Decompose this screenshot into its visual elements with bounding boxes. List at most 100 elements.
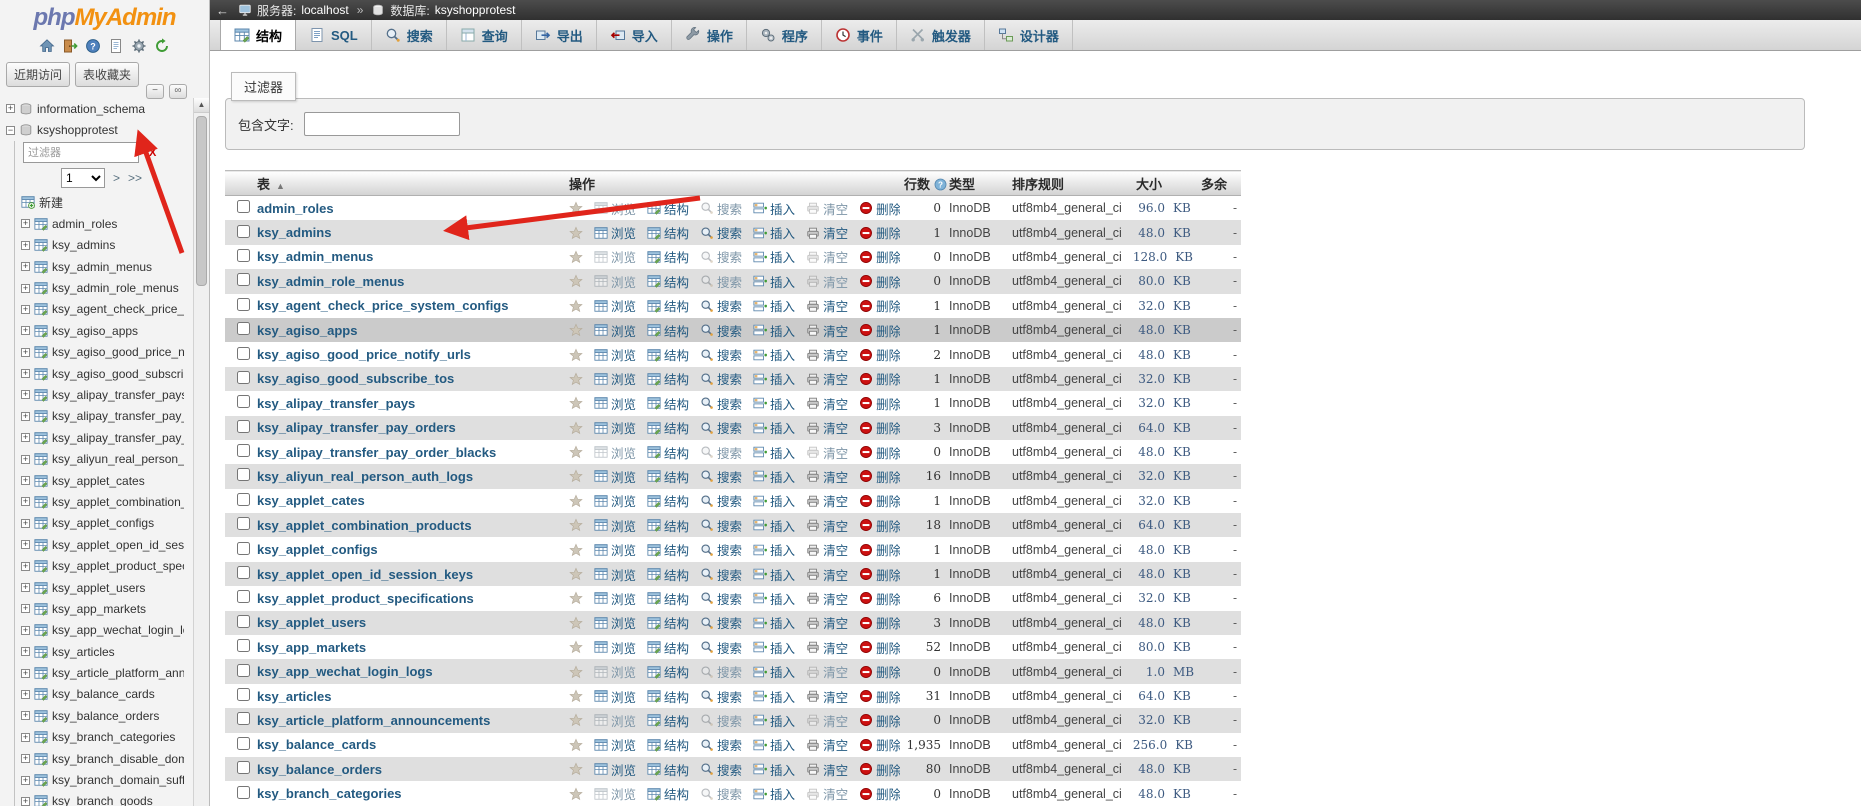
expand-icon[interactable]: + [21, 219, 30, 228]
row-select-checkbox[interactable] [237, 664, 250, 677]
search-link[interactable]: 搜索 [700, 272, 742, 291]
insert-link[interactable]: 插入 [753, 467, 795, 486]
structure-link[interactable]: 结构 [647, 223, 689, 242]
search-link[interactable]: 搜索 [700, 321, 742, 340]
search-link[interactable]: 搜索 [700, 662, 742, 681]
tree-table-name[interactable]: ksy_alipay_transfer_pay_orders [52, 409, 184, 423]
search-link[interactable]: 搜索 [700, 199, 742, 218]
browse-link[interactable]: 浏览 [594, 467, 636, 486]
table-name-link[interactable]: ksy_admin_menus [257, 249, 373, 264]
table-name-link[interactable]: ksy_admin_role_menus [257, 274, 404, 289]
rows-help-icon[interactable]: ? [934, 178, 947, 191]
collation-cell[interactable]: utf8mb4_general_ci [1008, 562, 1132, 586]
tree-table-name[interactable]: ksy_articles [52, 645, 115, 659]
tab-search[interactable]: 搜索 [372, 20, 447, 50]
expand-icon[interactable]: + [21, 669, 30, 678]
collation-cell[interactable]: utf8mb4_general_ci [1008, 294, 1132, 318]
structure-link[interactable]: 结构 [647, 589, 689, 608]
insert-link[interactable]: 插入 [753, 296, 795, 315]
insert-link[interactable]: 插入 [753, 687, 795, 706]
expand-icon[interactable]: + [21, 326, 30, 335]
expand-icon[interactable]: + [21, 626, 30, 635]
db-item-ksyshopprotest[interactable]: −ksyshopprotest [0, 119, 193, 140]
sidebar-scrollbar[interactable]: ▲ [193, 98, 209, 806]
insert-link[interactable]: 插入 [753, 540, 795, 559]
collation-cell[interactable]: utf8mb4_general_ci [1008, 757, 1132, 781]
structure-link[interactable]: 结构 [647, 662, 689, 681]
table-name-link[interactable]: ksy_balance_orders [257, 762, 382, 777]
browse-link[interactable]: 浏览 [594, 565, 636, 584]
reload-icon[interactable] [154, 38, 170, 54]
tree-table-name[interactable]: admin_roles [52, 217, 117, 231]
browse-link[interactable]: 浏览 [594, 491, 636, 510]
structure-link[interactable]: 结构 [647, 760, 689, 779]
search-link[interactable]: 搜索 [700, 784, 742, 803]
table-name-link[interactable]: ksy_applet_product_specifications [257, 591, 474, 606]
table-name-link[interactable]: ksy_agent_check_price_system_configs [257, 298, 508, 313]
tab-sql[interactable]: SQL [296, 20, 372, 50]
row-select-checkbox[interactable] [237, 639, 250, 652]
search-link[interactable]: 搜索 [700, 491, 742, 510]
tree-table-item[interactable]: +ksy_branch_goods [15, 791, 193, 806]
empty-link[interactable]: 清空 [806, 321, 848, 340]
browse-link[interactable]: 浏览 [594, 247, 636, 266]
insert-link[interactable]: 插入 [753, 613, 795, 632]
insert-link[interactable]: 插入 [753, 735, 795, 754]
collation-cell[interactable]: utf8mb4_general_ci [1008, 684, 1132, 708]
structure-link[interactable]: 结构 [647, 735, 689, 754]
row-select-checkbox[interactable] [237, 444, 250, 457]
search-link[interactable]: 搜索 [700, 711, 742, 730]
tab-routines[interactable]: 程序 [747, 20, 822, 50]
tree-table-item[interactable]: +ksy_agent_check_price_system_configs [15, 299, 193, 320]
scroll-up-icon[interactable]: ▲ [194, 98, 209, 113]
expand-icon[interactable]: + [21, 540, 30, 549]
tree-table-name[interactable]: ksy_branch_categories [52, 730, 175, 744]
tree-table-item[interactable]: +ksy_applet_open_id_session_keys [15, 534, 193, 555]
empty-link[interactable]: 清空 [806, 199, 848, 218]
row-select-checkbox[interactable] [237, 468, 250, 481]
empty-link[interactable]: 清空 [806, 418, 848, 437]
expand-icon[interactable]: + [21, 455, 30, 464]
empty-link[interactable]: 清空 [806, 491, 848, 510]
favorite-star-icon[interactable] [569, 738, 583, 752]
expand-icon[interactable]: + [21, 433, 30, 442]
tree-table-item[interactable]: +ksy_article_platform_announcements [15, 662, 193, 683]
row-select-checkbox[interactable] [237, 420, 250, 433]
browse-link[interactable]: 浏览 [594, 589, 636, 608]
row-select-checkbox[interactable] [237, 347, 250, 360]
search-link[interactable]: 搜索 [700, 394, 742, 413]
tree-table-name[interactable]: ksy_branch_domain_suff [52, 773, 184, 787]
collation-cell[interactable]: utf8mb4_general_ci [1008, 440, 1132, 464]
table-name-link[interactable]: ksy_article_platform_announcements [257, 713, 490, 728]
row-select-checkbox[interactable] [237, 786, 250, 799]
drop-link[interactable]: 删除 [859, 296, 900, 315]
favorite-star-icon[interactable] [569, 201, 583, 215]
tree-table-item[interactable]: +ksy_aliyun_real_person_auth_logs [15, 448, 193, 469]
collation-cell[interactable]: utf8mb4_general_ci [1008, 342, 1132, 366]
drop-link[interactable]: 删除 [859, 443, 900, 462]
drop-link[interactable]: 删除 [859, 687, 900, 706]
drop-link[interactable]: 删除 [859, 321, 900, 340]
tree-table-item[interactable]: +ksy_articles [15, 641, 193, 662]
favorite-star-icon[interactable] [569, 323, 583, 337]
empty-link[interactable]: 清空 [806, 613, 848, 632]
favorite-star-icon[interactable] [569, 567, 583, 581]
tab-export[interactable]: 导出 [522, 20, 597, 50]
structure-link[interactable]: 结构 [647, 467, 689, 486]
row-select-checkbox[interactable] [237, 371, 250, 384]
structure-link[interactable]: 结构 [647, 199, 689, 218]
empty-link[interactable]: 清空 [806, 296, 848, 315]
tree-table-name[interactable]: ksy_balance_cards [52, 687, 155, 701]
drop-link[interactable]: 删除 [859, 247, 900, 266]
drop-link[interactable]: 删除 [859, 223, 900, 242]
recent-tables-button[interactable]: 近期访问 [6, 62, 70, 87]
insert-link[interactable]: 插入 [753, 491, 795, 510]
table-name-link[interactable]: ksy_app_wechat_login_logs [257, 664, 433, 679]
expand-icon[interactable]: + [21, 348, 30, 357]
collation-cell[interactable]: utf8mb4_general_ci [1008, 611, 1132, 635]
tree-table-item[interactable]: +ksy_applet_configs [15, 513, 193, 534]
phpmyadmin-logo[interactable]: phpMyAdmin [0, 4, 209, 32]
structure-link[interactable]: 结构 [647, 711, 689, 730]
tree-table-item[interactable]: +ksy_app_wechat_login_logs [15, 620, 193, 641]
collation-cell[interactable]: utf8mb4_general_ci [1008, 513, 1132, 537]
